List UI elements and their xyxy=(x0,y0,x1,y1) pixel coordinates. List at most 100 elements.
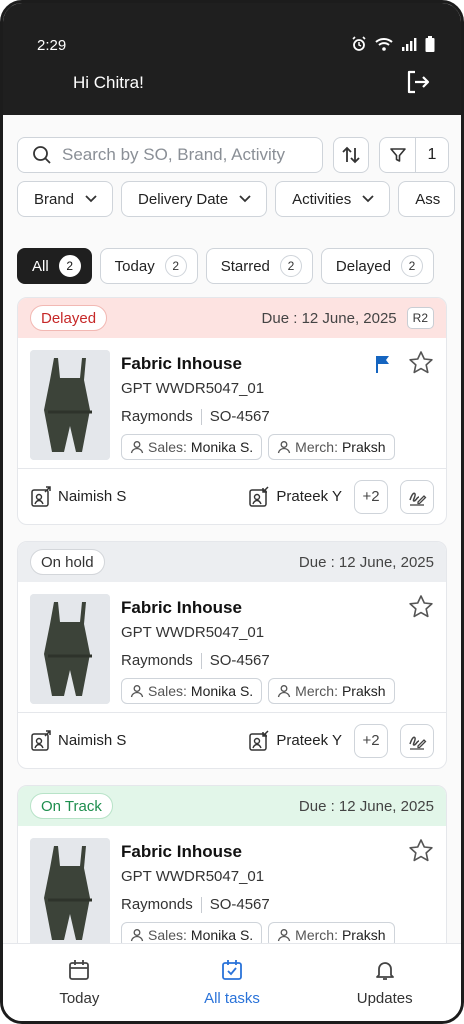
assignee-filter[interactable]: Ass xyxy=(398,181,456,217)
tab-starred[interactable]: Starred 2 xyxy=(205,248,313,284)
assignee-name: Prateek Y xyxy=(276,732,342,749)
merch-pill: Merch: Praksh xyxy=(268,678,395,704)
nav-label: Today xyxy=(59,990,100,1007)
task-card[interactable]: On hold Due : 12 June, 2025 Fabric Inhou… xyxy=(17,541,447,769)
brand-name: Raymonds xyxy=(121,408,193,425)
nav-all-tasks[interactable]: All tasks xyxy=(156,944,309,1021)
alarm-icon xyxy=(352,36,366,51)
chevron-down-icon xyxy=(85,195,97,203)
chip-label: Activities xyxy=(292,190,352,208)
more-assignees-button[interactable]: +2 xyxy=(354,479,388,514)
sales-label: Sales: xyxy=(148,683,187,699)
assigned-to: Prateek Y xyxy=(248,485,342,508)
tab-delayed[interactable]: Delayed 2 xyxy=(320,248,434,284)
user-icon xyxy=(130,441,144,454)
filter-count: 1 xyxy=(427,146,437,163)
card-header: On Track Due : 12 June, 2025 xyxy=(18,786,446,826)
filter-chip-row: Brand Delivery Date Activities Ass xyxy=(17,181,456,217)
nav-label: Updates xyxy=(356,990,413,1007)
status-badge: On hold xyxy=(30,549,105,575)
status-badge: On Track xyxy=(30,793,113,819)
divider xyxy=(200,408,202,425)
brand-row: Raymonds SO-4567 xyxy=(121,408,270,425)
checkbox-calendar-icon xyxy=(222,960,242,980)
bell-icon xyxy=(375,962,394,980)
signature-button[interactable] xyxy=(400,723,434,758)
divider xyxy=(200,652,202,669)
signature-button[interactable] xyxy=(400,479,434,514)
user-icon xyxy=(130,685,144,698)
battery-icon xyxy=(425,36,435,52)
card-body: Fabric Inhouse GPT WWDR5047_01 Raymonds S… xyxy=(18,826,446,947)
due-text: Due : 12 June, 2025 xyxy=(298,553,434,571)
revision-badge: R2 xyxy=(406,307,434,329)
assigned-by: Naimish S xyxy=(30,485,127,508)
sort-icon xyxy=(342,146,360,164)
star-icon[interactable] xyxy=(408,838,434,864)
sales-name: Monika S. xyxy=(190,927,254,943)
more-assignees-button[interactable]: +2 xyxy=(354,723,388,758)
due-text: Due : 12 June, 2025 xyxy=(298,797,434,815)
filter-icon xyxy=(389,148,406,162)
delivery-date-filter[interactable]: Delivery Date xyxy=(121,181,268,217)
owner-pills: Sales: Monika S. Merch: Praksh xyxy=(121,678,395,704)
nav-label: All tasks xyxy=(204,990,260,1007)
merch-name: Praksh xyxy=(341,927,386,943)
star-icon[interactable] xyxy=(408,350,434,376)
assign-in-icon xyxy=(249,485,269,507)
filter-button[interactable]: 1 xyxy=(379,137,449,173)
merch-name: Praksh xyxy=(341,683,386,699)
nav-updates[interactable]: Updates xyxy=(308,944,461,1021)
brand-name: Raymonds xyxy=(121,652,193,669)
style-code: GPT WWDR5047_01 xyxy=(121,380,265,397)
assign-out-icon xyxy=(31,485,51,507)
signal-icon xyxy=(402,38,417,51)
tab-all[interactable]: All 2 xyxy=(17,248,92,284)
so-number: SO-4567 xyxy=(209,896,270,913)
task-title: Fabric Inhouse xyxy=(121,598,242,617)
task-title: Fabric Inhouse xyxy=(121,354,242,373)
merch-label: Merch: xyxy=(295,439,338,455)
count-badge: 2 xyxy=(164,255,187,277)
nav-today[interactable]: Today xyxy=(3,944,156,1021)
sales-name: Monika S. xyxy=(190,683,254,699)
sort-button[interactable] xyxy=(333,137,369,173)
brand-row: Raymonds SO-4567 xyxy=(121,652,270,669)
task-card[interactable]: On Track Due : 12 June, 2025 Fabric Inho… xyxy=(17,785,447,947)
signature-icon xyxy=(409,736,427,750)
tab-today[interactable]: Today 2 xyxy=(99,248,198,284)
tab-label: Delayed xyxy=(335,257,391,275)
merch-pill: Merch: Praksh xyxy=(268,434,395,460)
assign-in-icon xyxy=(249,729,269,751)
due-date: Due : 12 June, 2025 xyxy=(299,798,434,815)
due-date: Due : 12 June, 2025 R2 xyxy=(262,307,434,329)
chevron-down-icon xyxy=(362,195,374,203)
chip-label: Ass xyxy=(415,190,441,208)
brand-filter[interactable]: Brand xyxy=(17,181,114,217)
user-icon xyxy=(278,441,291,454)
logout-icon[interactable] xyxy=(405,69,431,95)
owner-pills: Sales: Monika S. Merch: Praksh xyxy=(121,434,395,460)
card-footer: Naimish S Prateek Y +2 xyxy=(18,468,446,524)
star-icon[interactable] xyxy=(408,594,434,620)
product-image xyxy=(30,350,110,460)
divider xyxy=(200,896,202,913)
task-list-area: Search by SO, Brand, Activity 1 Brand De… xyxy=(3,115,461,947)
chip-label: Brand xyxy=(34,190,75,208)
assign-out-icon xyxy=(31,729,51,751)
chip-label: Delivery Date xyxy=(138,190,229,208)
flag-icon[interactable] xyxy=(374,354,392,374)
tab-label: Starred xyxy=(220,257,270,275)
card-body: Fabric Inhouse GPT WWDR5047_01 Raymonds S… xyxy=(18,582,446,714)
search-input[interactable]: Search by SO, Brand, Activity xyxy=(17,137,323,173)
assigner-name: Naimish S xyxy=(58,488,127,505)
activities-filter[interactable]: Activities xyxy=(275,181,391,217)
task-card[interactable]: Delayed Due : 12 June, 2025 R2 Fabric Inh… xyxy=(17,297,447,525)
bottom-navigation: Today All tasks Updates xyxy=(3,943,461,1021)
so-number: SO-4567 xyxy=(209,408,270,425)
status-badge: Delayed xyxy=(30,305,108,331)
count-badge: 2 xyxy=(279,255,302,277)
phone-screen: 2:29 Hi Chitra! Search by SO, Brand, Act… xyxy=(0,0,464,1024)
count-badge: 2 xyxy=(400,255,423,277)
task-title: Fabric Inhouse xyxy=(121,842,242,861)
